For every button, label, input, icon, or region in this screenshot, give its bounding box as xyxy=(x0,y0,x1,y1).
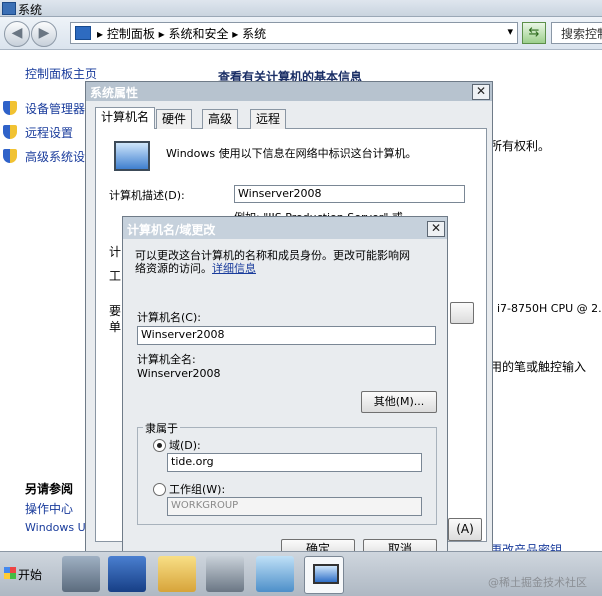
search-input[interactable]: 搜索控制 xyxy=(551,22,602,44)
address-bar-row: ◀ ▶ ▸ 控制面板 ▸ 系统和安全 ▸ 系统 ▾ ⇆ 搜索控制 xyxy=(0,17,602,50)
powershell-icon[interactable] xyxy=(108,556,146,592)
nav-device-manager-label: 设备管理器 xyxy=(25,102,86,116)
workgroup-label: 工作组(W): xyxy=(169,483,226,496)
monitor-icon xyxy=(313,564,339,584)
forward-button[interactable]: ▶ xyxy=(31,21,57,47)
domain-input[interactable]: tide.org xyxy=(167,453,422,472)
close-button[interactable]: ✕ xyxy=(427,221,445,237)
shield-icon xyxy=(3,125,17,139)
hidden-label-2: 工 xyxy=(109,269,122,283)
computer-icon xyxy=(114,141,150,171)
tab-computer-name[interactable]: 计算机名 xyxy=(95,107,156,129)
hidden-label-1: 计 xyxy=(109,245,122,259)
close-icon: ✕ xyxy=(475,84,487,98)
watermark: @稀土掘金技术社区 xyxy=(488,576,587,589)
copyright-text: 所有权利。 xyxy=(490,139,551,153)
hidden-label-3: 要 xyxy=(109,304,122,318)
shield-icon xyxy=(3,101,17,115)
nav-advanced-settings-label: 高级系统设 xyxy=(25,150,86,164)
details-link[interactable]: 详细信息 xyxy=(212,262,256,275)
close-icon: ✕ xyxy=(430,221,442,235)
close-button[interactable]: ✕ xyxy=(472,84,490,100)
back-button[interactable]: ◀ xyxy=(4,21,30,47)
sysprops-intro: Windows 使用以下信息在网络中标识这台计算机。 xyxy=(166,147,417,160)
shield-icon xyxy=(3,149,17,163)
tab-remote[interactable]: 远程 xyxy=(250,109,287,129)
system-properties-title: 系统属性 xyxy=(90,86,139,100)
full-name-value: Winserver2008 xyxy=(137,367,221,380)
more-button[interactable]: 其他(M)... xyxy=(361,391,437,413)
server-manager-icon[interactable] xyxy=(62,556,100,592)
name-change-title: 计算机名/域更改 xyxy=(127,223,216,237)
computer-name-label: 计算机名(C): xyxy=(137,311,201,324)
windows-logo-icon xyxy=(4,567,16,579)
name-change-titlebar: 计算机名/域更改 xyxy=(123,217,447,239)
computer-description-label: 计算机描述(D): xyxy=(109,189,185,202)
forward-arrow-icon: ▶ xyxy=(38,25,50,41)
member-of-label: 隶属于 xyxy=(143,420,180,436)
breadcrumb[interactable]: ▸ 控制面板 ▸ 系统和安全 ▸ 系统 xyxy=(97,25,266,42)
computer-description-input[interactable]: Winserver2008 xyxy=(234,185,465,203)
chevron-down-icon[interactable]: ▾ xyxy=(507,25,513,38)
control-panel-home-link[interactable]: 控制面板主页 xyxy=(25,65,97,82)
workgroup-input[interactable]: WORKGROUP xyxy=(167,497,422,516)
window-titlebar: 系统 xyxy=(0,0,602,17)
explorer-folder-icon[interactable] xyxy=(158,556,196,592)
action-center-link[interactable]: 操作中心 xyxy=(25,500,73,517)
tab-hardware[interactable]: 硬件 xyxy=(156,109,193,129)
computer-name-input[interactable]: Winserver2008 xyxy=(137,326,436,345)
change-button-partial[interactable] xyxy=(450,302,474,324)
processor-value: i7-8750H CPU @ 2.2 xyxy=(497,302,602,315)
nav-remote-settings-label: 远程设置 xyxy=(25,126,74,140)
system-window-icon xyxy=(2,2,16,15)
intro-line-2: 络资源的访问。 xyxy=(135,262,212,275)
control-panel-icon[interactable] xyxy=(256,556,294,592)
pen-input-value: 用的笔或触控输入 xyxy=(490,360,587,374)
remote-desktop-icon[interactable] xyxy=(304,556,344,594)
control-panel-icon xyxy=(75,26,91,40)
apply-button[interactable]: (A) xyxy=(448,518,482,541)
start-label: 开始 xyxy=(18,568,43,582)
start-button[interactable]: 开始 xyxy=(2,562,52,586)
hidden-label-4: 单 xyxy=(109,320,122,334)
windows-update-link[interactable]: Windows Up xyxy=(25,521,93,534)
computer-name-change-dialog: 计算机名/域更改 ✕ 可以更改这台计算机的名称和成员身份。更改可能影响网 络资源… xyxy=(122,216,448,559)
see-also-heading: 另请参阅 xyxy=(25,482,74,496)
window-title: 系统 xyxy=(18,3,43,17)
address-field[interactable]: ▸ 控制面板 ▸ 系统和安全 ▸ 系统 ▾ xyxy=(70,22,518,44)
refresh-icon: ⇆ xyxy=(528,25,540,40)
back-arrow-icon: ◀ xyxy=(11,25,23,41)
domain-label: 域(D): xyxy=(169,439,201,452)
tools-icon[interactable] xyxy=(206,556,244,592)
refresh-button[interactable]: ⇆ xyxy=(522,22,546,44)
search-placeholder: 搜索控制 xyxy=(561,27,602,41)
domain-radio[interactable] xyxy=(153,439,166,452)
intro-line-1: 可以更改这台计算机的名称和成员身份。更改可能影响网 xyxy=(135,249,410,262)
workgroup-radio[interactable] xyxy=(153,483,166,496)
system-properties-titlebar: 系统属性 xyxy=(86,82,492,101)
tab-advanced[interactable]: 高级 xyxy=(202,109,239,129)
name-change-intro: 可以更改这台计算机的名称和成员身份。更改可能影响网 络资源的访问。详细信息 xyxy=(135,249,441,275)
taskbar: 开始 @稀土掘金技术社区 xyxy=(0,551,602,596)
full-name-label: 计算机全名: xyxy=(137,353,196,366)
